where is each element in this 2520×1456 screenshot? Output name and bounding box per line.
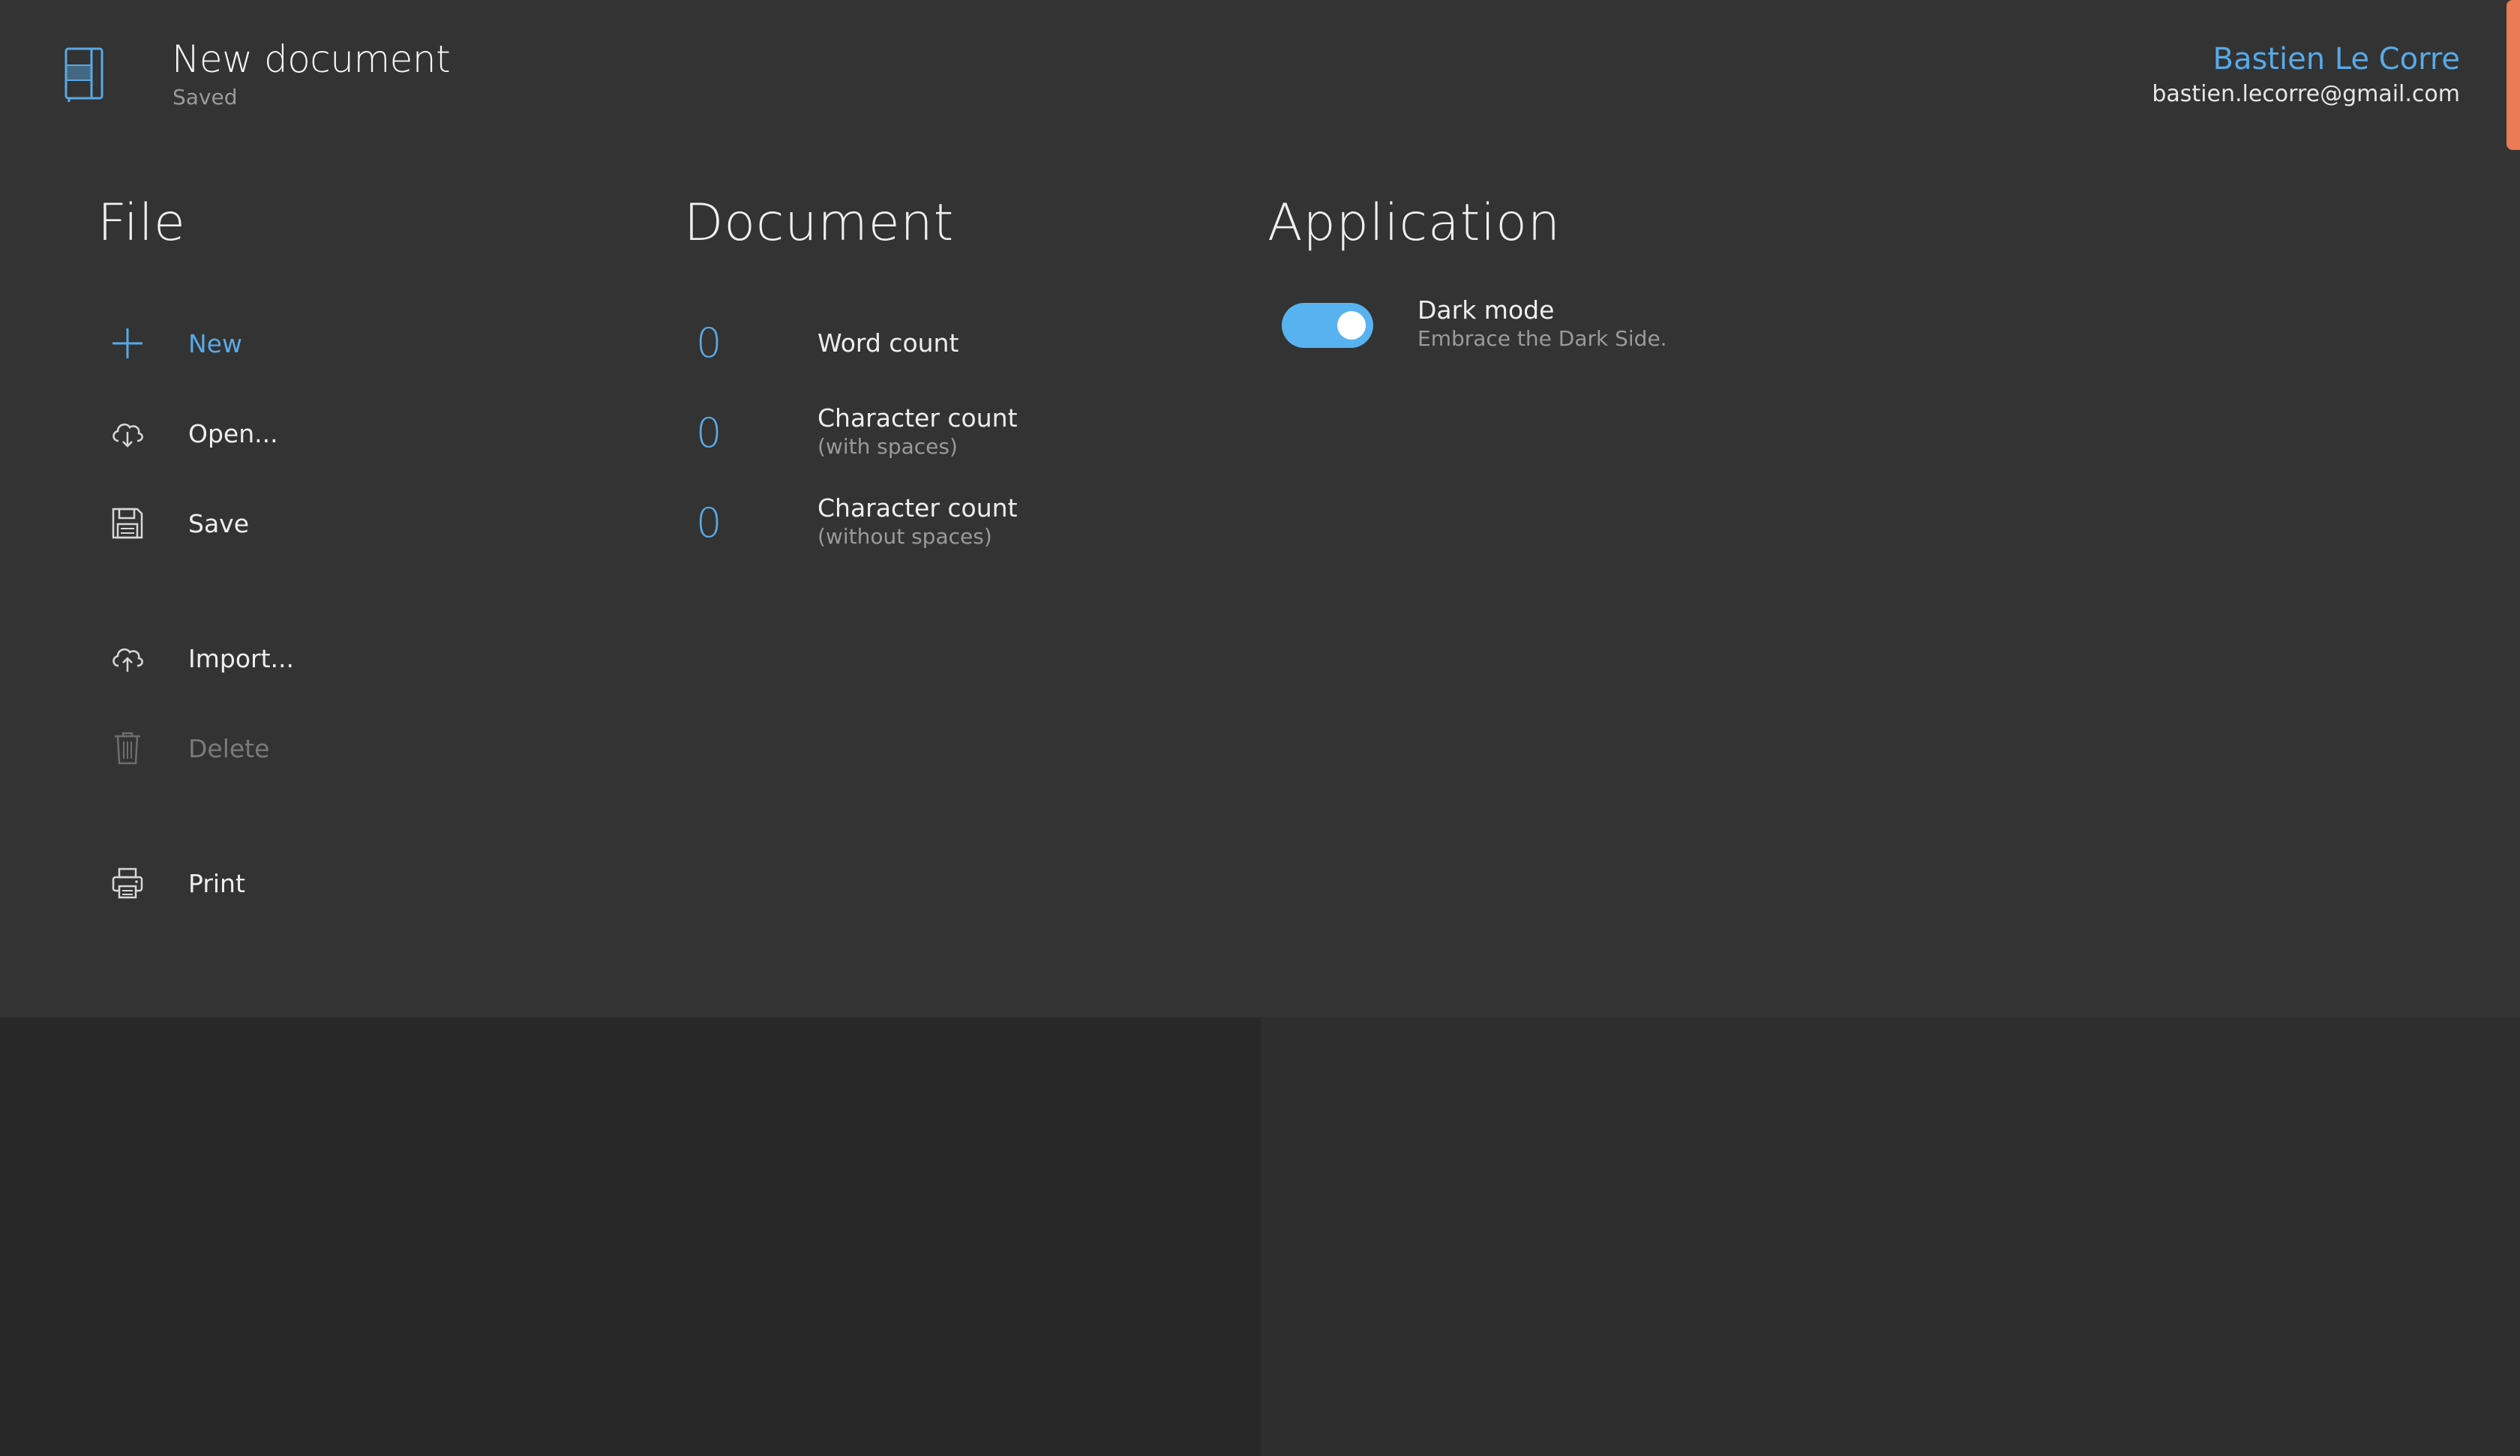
word-count-value: 0	[696, 319, 722, 367]
application-section-title: Application	[1268, 193, 1561, 253]
user-name[interactable]: Bastien Le Corre	[2213, 42, 2461, 76]
editor-area-right	[1261, 1017, 2520, 1456]
delete-button[interactable]: Delete	[105, 718, 555, 778]
trash-icon	[105, 726, 150, 771]
app-root: New document Saved Bastien Le Corre bast…	[0, 0, 2520, 1456]
import-button[interactable]: Import...	[105, 628, 555, 688]
new-button[interactable]: New	[105, 313, 555, 373]
plus-icon	[105, 321, 150, 366]
char-count-nospaces-sub: (without spaces)	[818, 524, 992, 549]
file-section-title: File	[98, 193, 186, 253]
editor-area-left	[0, 1017, 1261, 1456]
import-label: Import...	[188, 643, 294, 673]
cloud-upload-icon	[105, 636, 150, 681]
open-button[interactable]: Open...	[105, 403, 555, 463]
floppy-disk-icon	[105, 501, 150, 546]
word-count-stat: 0 Word count	[684, 313, 1209, 388]
print-button[interactable]: Print	[105, 853, 555, 913]
print-label: Print	[188, 868, 245, 898]
open-label: Open...	[188, 418, 278, 448]
save-status: Saved	[172, 85, 238, 109]
dark-mode-toggle[interactable]	[1282, 303, 1373, 348]
char-count-spaces-value: 0	[696, 409, 722, 457]
printer-icon	[105, 861, 150, 906]
toggle-knob	[1337, 311, 1366, 340]
word-count-label: Word count	[818, 328, 959, 358]
char-count-spaces-sub: (with spaces)	[818, 434, 958, 459]
dark-mode-description: Embrace the Dark Side.	[1418, 326, 1667, 351]
delete-label: Delete	[188, 733, 270, 763]
document-section-title: Document	[684, 193, 955, 253]
save-label: Save	[188, 508, 250, 538]
user-email: bastien.lecorre@gmail.com	[2152, 81, 2460, 107]
cloud-download-icon	[105, 411, 150, 456]
char-count-spaces-stat: 0 Character count (with spaces)	[684, 403, 1209, 478]
new-label: New	[188, 328, 242, 358]
dark-mode-label: Dark mode	[1418, 295, 1555, 325]
save-button[interactable]: Save	[105, 493, 555, 553]
char-count-nospaces-stat: 0 Character count (without spaces)	[684, 493, 1209, 568]
char-count-spaces-label: Character count	[818, 403, 1018, 433]
document-title[interactable]: New document	[172, 37, 451, 81]
char-count-nospaces-value: 0	[696, 499, 722, 547]
char-count-nospaces-label: Character count	[818, 493, 1018, 523]
notebook-icon[interactable]	[63, 46, 106, 103]
scroll-indicator[interactable]	[2506, 0, 2520, 150]
